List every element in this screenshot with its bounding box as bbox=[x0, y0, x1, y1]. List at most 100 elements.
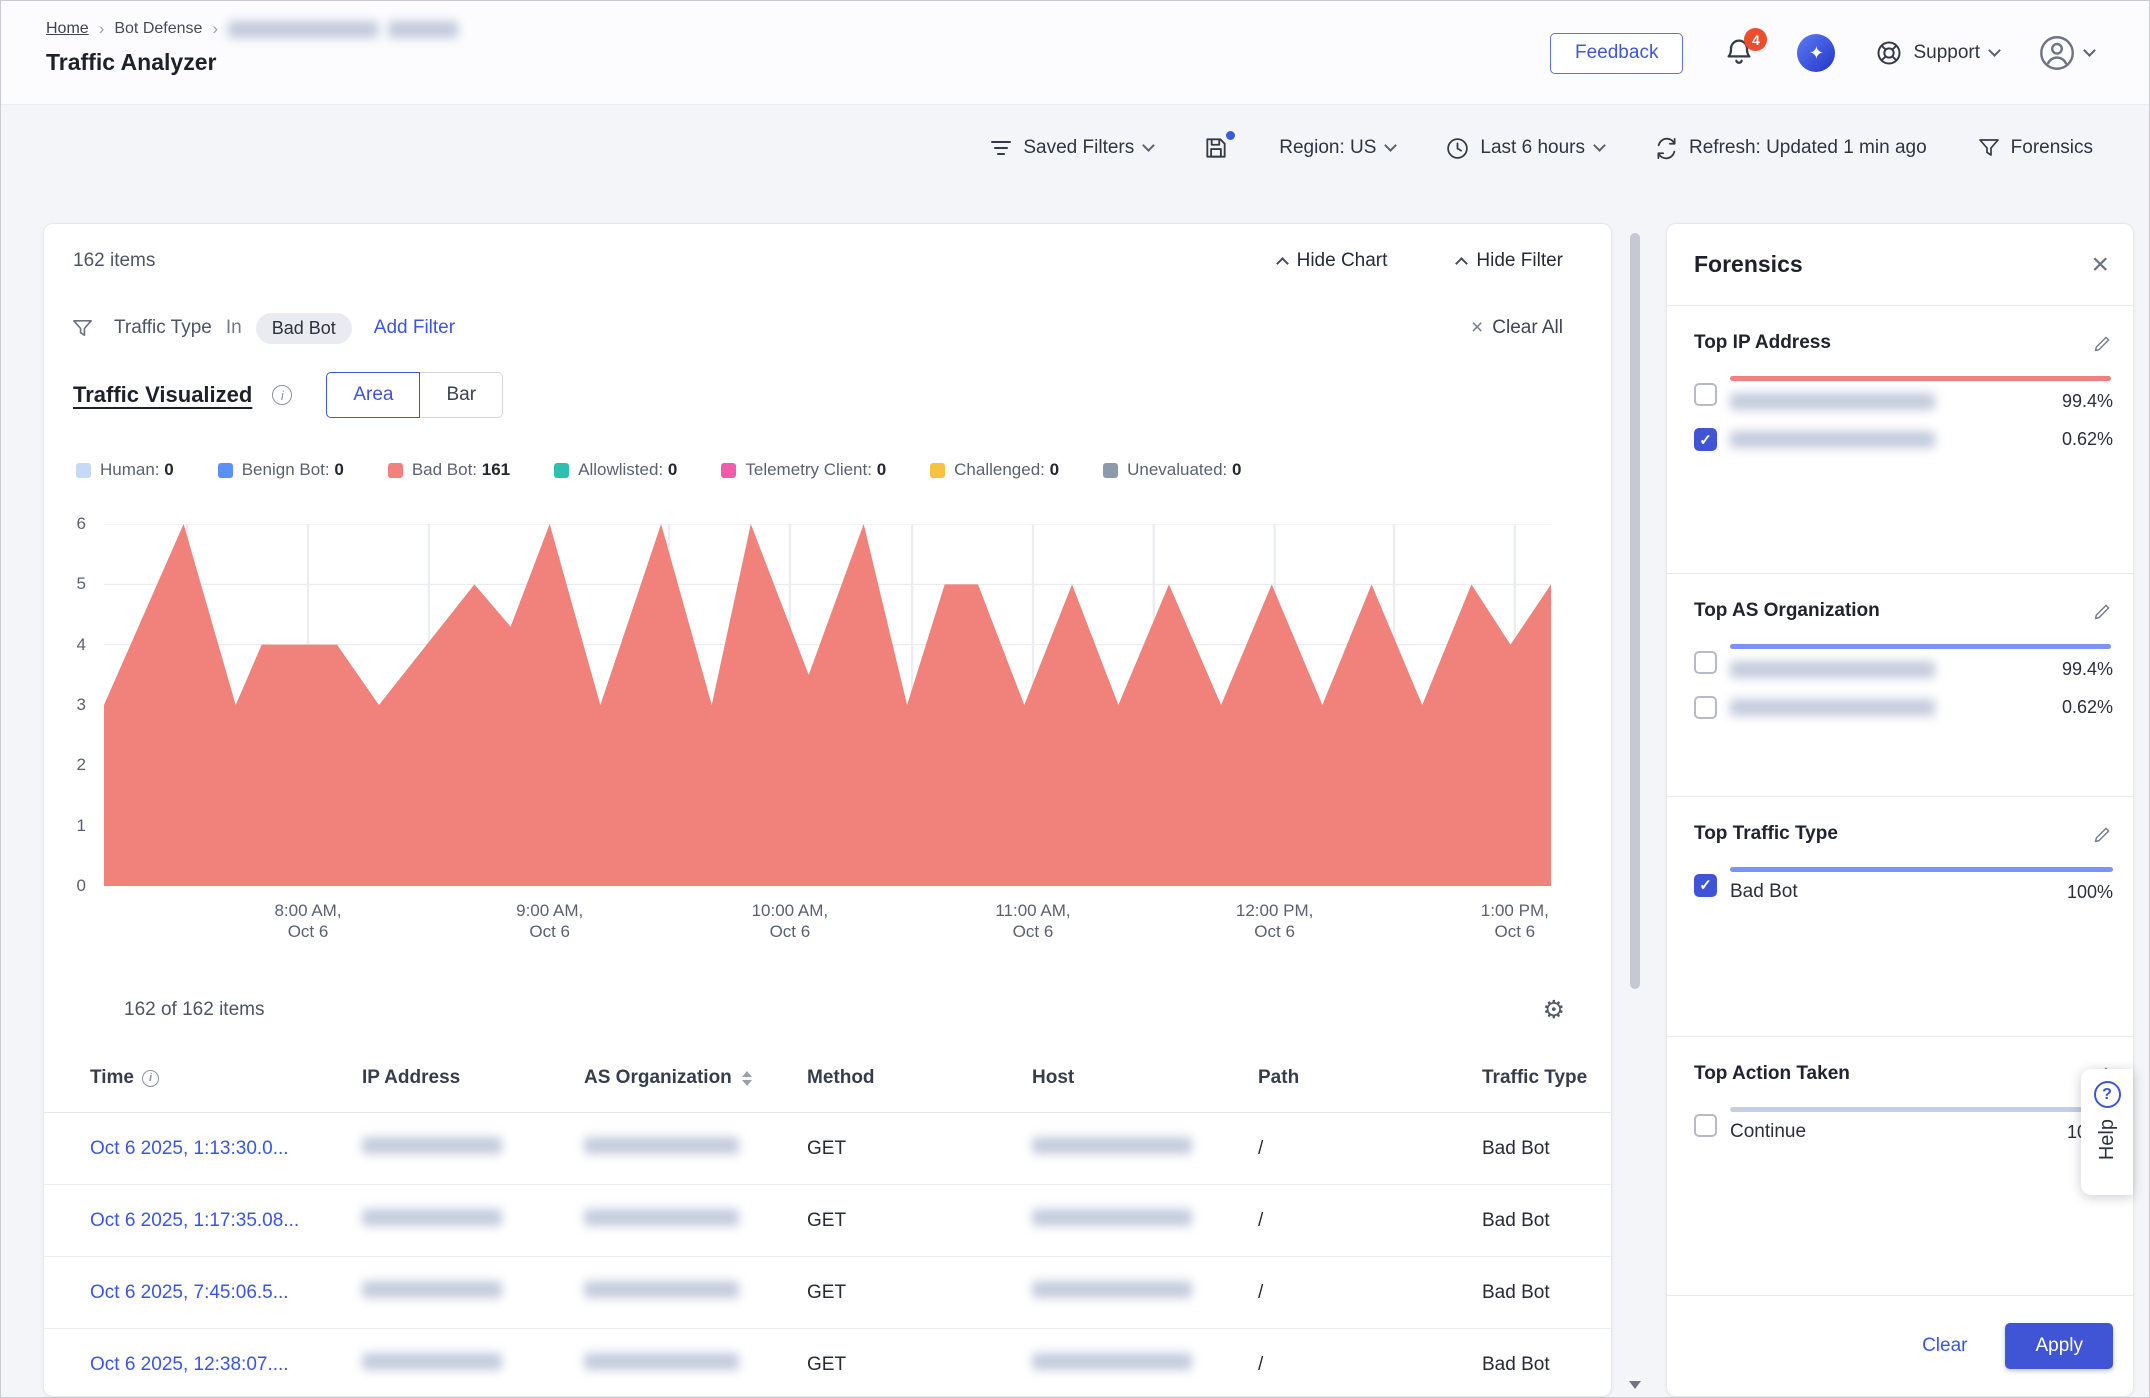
time-range-label: Last 6 hours bbox=[1480, 137, 1585, 159]
forensics-row-value: 100% bbox=[2067, 882, 2113, 903]
checkbox[interactable]: ✓ bbox=[1694, 874, 1717, 897]
legend-item-unevaluated[interactable]: Unevaluated: 0 bbox=[1103, 460, 1241, 480]
legend-item-allowlisted[interactable]: Allowlisted: 0 bbox=[554, 460, 677, 480]
x-tick-label: 11:00 AM,Oct 6 bbox=[995, 900, 1070, 942]
redacted-breadcrumb-segment bbox=[228, 21, 378, 38]
chart-view-toggle: Area Bar bbox=[326, 372, 503, 418]
checkbox[interactable] bbox=[1694, 651, 1717, 674]
row-time-link[interactable]: Oct 6 2025, 7:45:06.5... bbox=[90, 1282, 362, 1304]
scrollbar-thumb[interactable] bbox=[1630, 233, 1640, 989]
redacted-ip bbox=[362, 1281, 502, 1298]
forensics-clear-button[interactable]: Clear bbox=[1922, 1335, 1967, 1357]
row-time-link[interactable]: Oct 6 2025, 12:38:07.... bbox=[90, 1354, 362, 1376]
info-icon[interactable]: i bbox=[142, 1070, 159, 1087]
checkbox[interactable] bbox=[1694, 383, 1717, 406]
notifications-button[interactable]: 4 bbox=[1723, 36, 1757, 70]
filter-value-pill[interactable]: Bad Bot bbox=[256, 313, 352, 344]
breadcrumb-bot-defense-link[interactable]: Bot Defense bbox=[114, 20, 202, 38]
redacted-host bbox=[1032, 1209, 1192, 1226]
y-tick-label: 2 bbox=[77, 754, 86, 776]
add-filter-link[interactable]: Add Filter bbox=[374, 317, 455, 339]
redacted-ip bbox=[362, 1353, 502, 1370]
save-filter-button[interactable] bbox=[1203, 135, 1229, 161]
edit-icon[interactable] bbox=[2092, 333, 2113, 354]
traffic-area-chart[interactable] bbox=[104, 524, 1551, 886]
hide-filter-button[interactable]: Hide Filter bbox=[1457, 250, 1563, 272]
y-tick-label: 6 bbox=[77, 513, 86, 535]
info-icon[interactable]: i bbox=[272, 385, 292, 405]
scroll-down-arrow[interactable] bbox=[1629, 1381, 1641, 1389]
row-as-organization bbox=[584, 1209, 807, 1232]
forensics-row-value: 0.62% bbox=[2062, 429, 2113, 450]
checkbox[interactable] bbox=[1694, 1114, 1717, 1137]
help-tab[interactable]: ? Help bbox=[2081, 1069, 2133, 1195]
row-time-link[interactable]: Oct 6 2025, 1:17:35.08... bbox=[90, 1210, 362, 1232]
legend-label: Human: 0 bbox=[100, 460, 174, 480]
support-menu[interactable]: Support bbox=[1875, 39, 1999, 67]
breadcrumb-home-link[interactable]: Home bbox=[46, 20, 89, 38]
row-as-organization bbox=[584, 1281, 807, 1304]
saved-filters-menu[interactable]: Saved Filters bbox=[989, 136, 1153, 160]
forensics-row-label: Continue bbox=[1730, 1121, 1806, 1143]
edit-icon[interactable] bbox=[2092, 824, 2113, 845]
help-label: Help bbox=[2096, 1119, 2119, 1160]
checkbox[interactable] bbox=[1694, 696, 1717, 719]
legend-swatch bbox=[930, 463, 945, 478]
col-time[interactable]: Timei bbox=[90, 1067, 362, 1089]
row-host bbox=[1032, 1137, 1258, 1160]
area-view-button[interactable]: Area bbox=[326, 372, 420, 418]
legend-label: Benign Bot: 0 bbox=[242, 460, 344, 480]
close-icon[interactable]: × bbox=[2091, 250, 2109, 280]
table-settings-gear-icon[interactable]: ⚙ bbox=[1543, 995, 1565, 1025]
account-menu[interactable] bbox=[2039, 35, 2094, 71]
legend-item-benign-bot[interactable]: Benign Bot: 0 bbox=[218, 460, 344, 480]
x-tick-label: 9:00 AM,Oct 6 bbox=[516, 900, 583, 942]
top-header: Home › Bot Defense › Traffic Analyzer Fe… bbox=[1, 1, 2149, 105]
row-path: / bbox=[1258, 1210, 1482, 1232]
redacted-label bbox=[1730, 393, 1935, 410]
legend-label: Allowlisted: 0 bbox=[578, 460, 677, 480]
chevron-down-icon bbox=[1988, 44, 2001, 57]
table-body: Oct 6 2025, 1:13:30.0...GET/Bad BotOct 6… bbox=[44, 1113, 1611, 1396]
filter-lines-icon bbox=[989, 136, 1013, 160]
legend-item-human[interactable]: Human: 0 bbox=[76, 460, 174, 480]
traffic-analyzer-panel: 162 items Hide Chart Hide Filter Traffic… bbox=[43, 223, 1612, 1397]
col-as-organization[interactable]: AS Organization bbox=[584, 1067, 807, 1089]
checkbox[interactable]: ✓ bbox=[1694, 428, 1717, 451]
refresh-button[interactable]: Refresh: Updated 1 min ago bbox=[1654, 136, 1927, 161]
legend-item-challenged[interactable]: Challenged: 0 bbox=[930, 460, 1059, 480]
content-scrollbar[interactable] bbox=[1630, 229, 1640, 1391]
row-path: / bbox=[1258, 1354, 1482, 1376]
redacted-breadcrumb-segment bbox=[388, 21, 458, 38]
edit-icon[interactable] bbox=[2092, 601, 2113, 622]
breadcrumb: Home › Bot Defense › bbox=[46, 19, 458, 39]
forensics-row: ✓Bad Bot100% bbox=[1694, 867, 2113, 903]
hide-chart-button[interactable]: Hide Chart bbox=[1278, 250, 1388, 272]
col-traffic-type[interactable]: Traffic Type bbox=[1482, 1067, 1599, 1089]
feedback-button[interactable]: Feedback bbox=[1550, 33, 1683, 74]
col-host[interactable]: Host bbox=[1032, 1067, 1258, 1089]
legend-item-bad-bot[interactable]: Bad Bot: 161 bbox=[388, 460, 510, 480]
col-ip-address[interactable]: IP Address bbox=[362, 1067, 584, 1089]
traffic-visualized-title[interactable]: Traffic Visualized bbox=[73, 382, 252, 408]
assistant-icon[interactable]: ✦ bbox=[1797, 34, 1835, 72]
legend-item-telemetry-client[interactable]: Telemetry Client: 0 bbox=[721, 460, 886, 480]
forensics-row: Continue100% bbox=[1694, 1107, 2113, 1143]
bar-view-button[interactable]: Bar bbox=[420, 372, 503, 418]
filter-field-label[interactable]: Traffic Type bbox=[114, 317, 212, 339]
legend-swatch bbox=[554, 463, 569, 478]
refresh-label: Refresh: Updated 1 min ago bbox=[1689, 137, 1927, 159]
row-time-link[interactable]: Oct 6 2025, 1:13:30.0... bbox=[90, 1138, 362, 1160]
forensics-apply-button[interactable]: Apply bbox=[2005, 1323, 2113, 1369]
forensics-row: ✓ 0.62% bbox=[1694, 428, 2113, 451]
clear-all-button[interactable]: × Clear All bbox=[1471, 316, 1563, 340]
forensics-toggle-button[interactable]: Forensics bbox=[1977, 136, 2093, 160]
x-tick-label: 1:00 PM,Oct 6 bbox=[1481, 900, 1549, 942]
time-range-selector[interactable]: Last 6 hours bbox=[1445, 136, 1604, 161]
region-selector[interactable]: Region: US bbox=[1279, 137, 1395, 159]
col-path[interactable]: Path bbox=[1258, 1067, 1482, 1089]
progress-bar bbox=[1730, 376, 2113, 381]
row-host bbox=[1032, 1353, 1258, 1376]
col-method[interactable]: Method bbox=[807, 1067, 1032, 1089]
sort-icon[interactable] bbox=[742, 1071, 752, 1086]
